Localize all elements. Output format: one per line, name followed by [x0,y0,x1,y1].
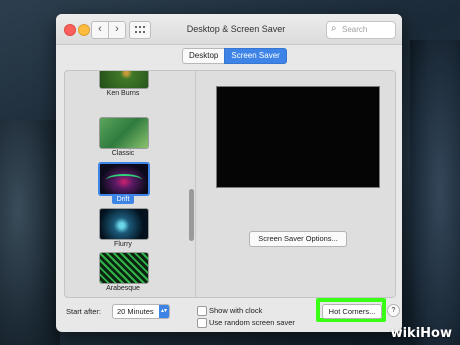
random-saver-label: Use random screen saver [209,318,295,327]
saver-label-text: Drift [111,195,135,204]
list-item[interactable]: Arabesque [65,252,189,296]
search-icon: ⌕ [331,23,337,34]
tab-screen-saver[interactable]: Screen Saver [224,48,287,64]
search-field[interactable]: ⌕ [326,21,396,39]
show-all-grid-icon[interactable] [129,21,151,39]
list-item-selected[interactable]: Drift [65,162,189,207]
close-window-button[interactable] [64,24,76,36]
list-item[interactable]: Classic [65,117,189,161]
saver-label-text: Classic [111,150,135,157]
start-after-select[interactable]: 20 Minutes ▴▾ [112,304,170,319]
show-with-clock-checkbox[interactable] [197,306,207,316]
saver-label: Flurry [65,241,181,248]
list-divider [195,71,196,297]
saver-label-text: Flurry [114,241,132,248]
screen-saver-options-button[interactable]: Screen Saver Options... [249,231,347,247]
watermark-how: How [420,326,452,341]
desktop-rock-right [410,40,460,345]
window-title: Desktop & Screen Saver [186,24,286,34]
random-saver-checkbox[interactable] [197,318,207,328]
list-item[interactable]: Flurry [65,208,189,252]
watermark-wiki: wiki [390,326,421,341]
start-after-label: Start after: [66,307,102,316]
screen-saver-preview [216,86,380,188]
bottom-controls: Start after: 20 Minutes ▴▾ Show with clo… [64,298,400,330]
screen-saver-list[interactable]: Ken Burns Classic Drift Flurry Arabesque [65,71,196,297]
help-button[interactable]: ? [387,304,400,317]
start-after-value: 20 Minutes [117,307,154,316]
tab-desktop[interactable]: Desktop [182,48,225,64]
saver-label-text: Arabesque [106,285,140,292]
saver-label: Drift [65,195,181,204]
tab-bar: Desktop Screen Saver [182,48,287,64]
ken-burns-thumbnail [99,71,149,89]
flurry-thumbnail [99,208,149,240]
saver-label: Ken Burns [65,90,181,97]
show-with-clock-label: Show with clock [209,306,263,315]
forward-icon[interactable]: › [108,21,126,39]
back-icon[interactable]: ‹ [91,21,109,39]
saver-label: Arabesque [65,285,181,292]
classic-thumbnail [99,117,149,149]
wikihow-watermark: wikiHow [391,326,452,341]
list-item[interactable]: Ken Burns [65,71,189,101]
title-bar: ‹ › Desktop & Screen Saver ⌕ [56,14,402,45]
saver-label-text: Ken Burns [106,90,140,97]
list-scrollbar[interactable] [189,189,194,241]
search-input[interactable] [342,23,392,35]
arabesque-thumbnail [99,252,149,284]
chevron-updown-icon: ▴▾ [159,305,169,318]
hot-corners-button[interactable]: Hot Corners... [322,304,382,319]
minimize-window-button[interactable] [78,24,90,36]
screen-saver-panel: Ken Burns Classic Drift Flurry Arabesque [64,70,396,298]
desktop-rock-left [0,120,60,345]
saver-label: Classic [65,150,181,157]
drift-thumbnail [98,162,150,196]
preferences-window: ‹ › Desktop & Screen Saver ⌕ Desktop Scr… [56,14,402,332]
preview-area: Screen Saver Options... [197,71,395,297]
